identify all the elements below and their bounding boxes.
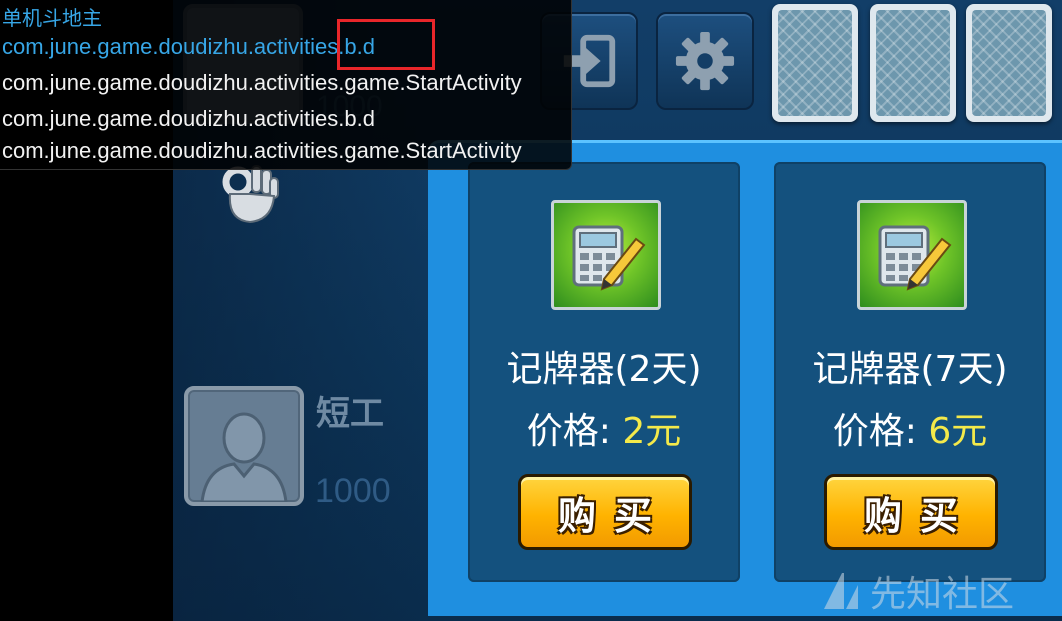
shop-item-card-counter-2d: 记牌器(2天) 价格: 2元 购买 xyxy=(468,162,740,582)
opponent-name: 短工 xyxy=(316,394,384,434)
opponent-score: 1000 xyxy=(315,472,391,510)
watermark-text: 先知社区 xyxy=(870,574,1015,615)
user-silhouette-icon xyxy=(200,412,288,502)
buy-button[interactable]: 购买 xyxy=(824,474,998,550)
card-back-2 xyxy=(870,4,956,122)
card-back-1 xyxy=(772,4,858,122)
activity-line: com.june.game.doudizhu.activities.game.S… xyxy=(2,138,522,163)
item-name: 记牌器(7天) xyxy=(812,349,1008,390)
opponent-avatar[interactable] xyxy=(184,386,304,506)
price-value: 6元 xyxy=(928,411,988,452)
highlight-box xyxy=(337,19,435,70)
calculator-pencil-icon xyxy=(878,225,952,291)
shop-panel: 记牌器(2天) 价格: 2元 购买 记牌器(7天) 价格: 6元 购买 xyxy=(428,140,1062,616)
xianzhi-logo-icon xyxy=(824,573,858,609)
activity-line: com.june.game.doudizhu.activities.b.d xyxy=(2,34,375,59)
calculator-pencil-icon xyxy=(572,225,646,291)
settings-button[interactable] xyxy=(656,12,754,110)
shop-item-card-counter-7d: 记牌器(7天) 价格: 6元 购买 xyxy=(774,162,1046,582)
activity-line: com.june.game.doudizhu.activities.game.S… xyxy=(2,70,522,95)
card-counter-icon xyxy=(857,200,967,310)
card-back-3 xyxy=(966,4,1052,122)
price-value: 2元 xyxy=(622,411,682,452)
overlay-app-title: 单机斗地主 xyxy=(2,6,102,30)
buy-button[interactable]: 购买 xyxy=(518,474,692,550)
activity-line: com.june.game.doudizhu.activities.b.d xyxy=(2,106,375,131)
item-name: 记牌器(2天) xyxy=(506,349,702,390)
item-price: 价格: 2元 xyxy=(468,402,740,454)
activity-debug-overlay: 单机斗地主 com.june.game.doudizhu.activities.… xyxy=(0,0,572,170)
gear-icon xyxy=(675,31,735,91)
watermark: 先知社区 xyxy=(820,566,1014,616)
card-counter-icon xyxy=(551,200,661,310)
item-price: 价格: 6元 xyxy=(774,402,1046,454)
price-label: 价格: xyxy=(526,411,611,452)
price-label: 价格: xyxy=(832,411,917,452)
